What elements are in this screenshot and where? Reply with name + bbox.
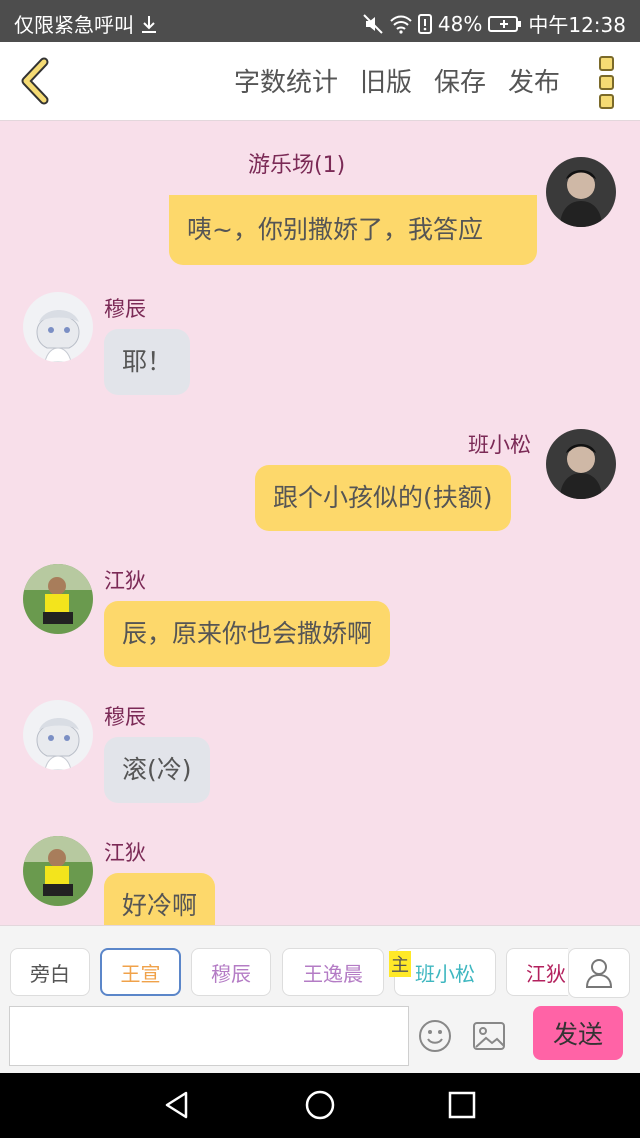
nav-recents-icon[interactable] <box>447 1090 477 1120</box>
message-bubble[interactable]: 咦~，你别撒娇了，我答应 <box>169 195 537 265</box>
clock: 中午12:38 <box>528 13 626 37</box>
message-bubble[interactable]: 辰，原来你也会撒娇啊 <box>104 601 391 667</box>
more-dot-icon <box>598 75 614 90</box>
chat-area[interactable]: 游乐场(1) 咦~，你别撒娇了，我答应 穆辰 耶！ 班小松 跟个小孩似的(扶额)… <box>0 121 640 925</box>
word-count-button[interactable]: 字数统计 <box>234 62 338 99</box>
avatar-ban-xiaosong[interactable] <box>546 157 616 227</box>
sender-name: 班小松 <box>468 433 531 457</box>
message-bubble[interactable]: 好冷啊 <box>104 873 216 925</box>
more-dot-icon <box>598 94 614 109</box>
download-icon <box>140 14 158 34</box>
character-tab-narrator[interactable]: 旁白 <box>10 948 90 996</box>
status-bar: 仅限紧急呼叫 48% 中午12:38 <box>0 0 640 42</box>
message-bubble[interactable]: 滚(冷) <box>104 737 210 803</box>
message-bubble[interactable]: 跟个小孩似的(扶额) <box>255 465 511 531</box>
back-button[interactable] <box>14 54 64 108</box>
more-dot-icon <box>598 56 614 71</box>
battery-percent: 48% <box>437 11 483 36</box>
image-icon[interactable] <box>472 1021 506 1051</box>
nav-home-icon[interactable] <box>305 1090 335 1120</box>
save-button[interactable]: 保存 <box>434 62 486 99</box>
emoji-icon[interactable] <box>418 1019 452 1053</box>
avatar-mu-chen[interactable] <box>23 700 93 770</box>
avatar-ban-xiaosong[interactable] <box>546 429 616 499</box>
person-icon <box>585 959 613 988</box>
old-version-button[interactable]: 旧版 <box>360 62 412 99</box>
mute-icon <box>362 13 384 35</box>
character-tab-wang-xuan[interactable]: 王宣 <box>100 948 181 996</box>
nav-back-icon[interactable] <box>162 1090 192 1120</box>
message-bubble[interactable]: 耶！ <box>104 329 191 395</box>
avatar-jiang-di[interactable] <box>23 564 93 634</box>
message-input[interactable] <box>9 1006 409 1066</box>
sender-name: 穆辰 <box>104 297 146 321</box>
character-tab-jiang-di[interactable]: 江狄 <box>506 948 568 996</box>
host-badge: 主 <box>389 951 411 977</box>
composer-panel: 旁白 王宣 穆辰 王逸晨 班小松 主 江狄 发送 <box>0 925 640 1078</box>
character-manage-button[interactable] <box>568 948 630 998</box>
more-menu-button[interactable] <box>594 56 618 109</box>
top-toolbar: 字数统计 旧版 保存 发布 <box>0 42 640 121</box>
battery-icon <box>488 15 522 33</box>
sender-name: 穆辰 <box>104 705 146 729</box>
room-title: 游乐场(1) <box>248 153 346 178</box>
sim-alert-icon <box>417 13 432 34</box>
publish-button[interactable]: 发布 <box>508 62 560 99</box>
sender-name: 江狄 <box>104 841 146 865</box>
back-arrow-icon <box>21 57 49 105</box>
character-tab-wang-yichen[interactable]: 王逸晨 <box>282 948 384 996</box>
send-button[interactable]: 发送 <box>533 1006 623 1060</box>
character-tab-mu-chen[interactable]: 穆辰 <box>191 948 271 996</box>
avatar-mu-chen[interactable] <box>23 292 93 362</box>
wifi-icon <box>390 14 412 34</box>
sender-name: 江狄 <box>104 569 146 593</box>
system-nav-bar <box>0 1073 640 1138</box>
avatar-jiang-di[interactable] <box>23 836 93 906</box>
carrier-text: 仅限紧急呼叫 <box>14 13 134 37</box>
